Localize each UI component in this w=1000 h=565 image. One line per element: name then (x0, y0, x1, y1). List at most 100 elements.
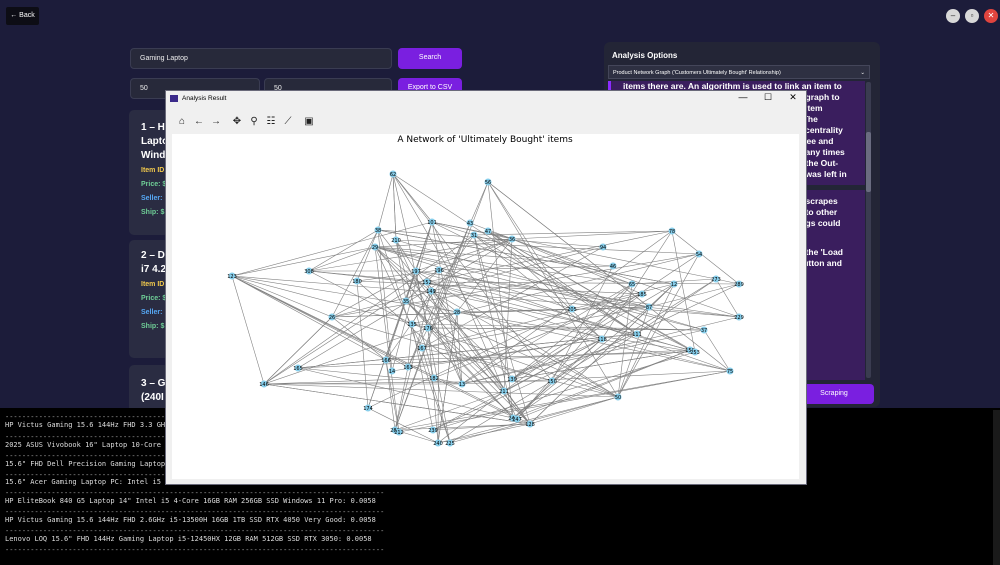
graph-node: 43 (466, 219, 474, 227)
search-input[interactable]: Gaming Laptop (130, 48, 392, 69)
pan-icon[interactable]: ✥ (231, 116, 243, 128)
node-label: 123 (227, 274, 237, 280)
graph-edge (308, 238, 513, 272)
graph-node: 35 (402, 297, 410, 305)
item-id: Item ID (141, 281, 165, 288)
graph-edge (671, 230, 740, 285)
node-label: 43 (467, 221, 473, 227)
graph-edge (374, 246, 400, 433)
node-label: 289 (734, 282, 744, 288)
back-arrow-icon[interactable]: ← (193, 116, 205, 128)
item-shipping: Ship: $ (141, 323, 165, 330)
graph-edge (601, 230, 673, 340)
item-title: i7 4.2 (141, 264, 167, 275)
graph-node: 146 (259, 380, 269, 388)
graph-node: 180 (352, 277, 362, 285)
graph-edge (308, 246, 376, 272)
graph-edge (516, 349, 691, 420)
node-label: 29 (372, 245, 378, 251)
node-label: 150 (547, 379, 557, 385)
node-label: 211 (499, 389, 509, 395)
node-label: 308 (304, 269, 314, 275)
node-label: 13 (459, 382, 465, 388)
node-label: 210 (391, 238, 401, 244)
node-label: 182 (429, 376, 439, 382)
graph-node: 212 (394, 428, 404, 436)
terminal-line: HP Victus Gaming 15.6 144Hz FHD 2.6GHz i… (5, 516, 376, 524)
graph-node: 165 (293, 364, 303, 372)
graph-edge (367, 407, 439, 444)
node-label: 54 (696, 252, 702, 258)
back-button[interactable]: ← Back (6, 7, 39, 25)
terminal-scrollbar[interactable] (993, 410, 1000, 565)
search-button[interactable]: Search (398, 48, 462, 69)
node-label: 47 (485, 229, 491, 235)
node-label: 205 (567, 307, 577, 313)
node-label: 273 (711, 277, 721, 283)
separator: ----------------------------------------… (5, 527, 385, 535)
graph-edge (263, 316, 333, 385)
window-close-button[interactable]: ✕ (786, 92, 800, 103)
terminal-line: 2025 ASUS Vivobook 16" Laptop 10-Core (5, 441, 161, 449)
item-seller: Seller: (141, 195, 163, 202)
graph-node: 101 (427, 218, 437, 226)
node-label: 163 (403, 365, 413, 371)
node-label: 152 (422, 280, 432, 286)
analysis-type-select[interactable]: Product Network Graph ('Customers Ultima… (608, 65, 870, 79)
forward-arrow-icon[interactable]: → (210, 116, 222, 128)
node-label: 239 (428, 428, 438, 434)
graph-edge (529, 396, 619, 425)
node-label: 225 (445, 441, 455, 447)
graph-node: 123 (227, 272, 237, 280)
node-label: 229 (734, 315, 744, 321)
graph-edge (394, 181, 489, 431)
node-label: 166 (381, 358, 391, 364)
window-maximize-button[interactable]: ☐ (761, 92, 775, 103)
graph-edge (297, 367, 518, 420)
maximize-button[interactable]: ▫ (965, 9, 979, 23)
node-label: 196 (434, 268, 444, 274)
node-label: 240 (433, 441, 443, 447)
analysis-result-window[interactable]: Analysis Result — ☐ ✕ ⌂ ← → ✥ ⚲ ☷ ⟋ ▣ A … (165, 90, 807, 485)
graph-canvas[interactable]: A Network of 'Ultimately Bought' items 6… (172, 134, 799, 479)
node-label: 78 (669, 229, 675, 235)
graph-edge (231, 275, 265, 385)
graph-node: 149 (426, 287, 436, 295)
node-label: 174 (363, 406, 373, 412)
graph-node: 37 (700, 326, 708, 334)
home-icon[interactable]: ⌂ (176, 116, 188, 128)
node-label: 65 (629, 282, 635, 288)
graph-node: 65 (628, 280, 636, 288)
item-card[interactable]: 1 – H Lapto Wind Item ID Price: $ Seller… (129, 110, 169, 235)
graph-node: 62 (389, 170, 397, 178)
edit-axes-icon[interactable]: ⟋ (282, 116, 294, 128)
graph-edge (394, 370, 731, 431)
minimize-button[interactable]: – (946, 9, 960, 23)
graph-edge (377, 173, 394, 231)
graph-node: 94 (599, 243, 607, 251)
item-title: 3 – G (141, 378, 166, 389)
graph-node: 176 (423, 324, 433, 332)
graph-node: 128 (525, 420, 535, 428)
terminal-line: HP EliteBook 840 G5 Laptop 14" Intel i5 … (5, 497, 376, 505)
graph-node: 28 (453, 308, 461, 316)
chart-title: A Network of 'Ultimately Bought' items (397, 135, 573, 145)
node-label: 101 (427, 220, 437, 226)
graph-edge (394, 390, 505, 431)
terminal-line: HP Victus Gaming 15.6 144Hz FHD 3.3 GHz (5, 421, 170, 429)
node-label: 75 (727, 369, 733, 375)
graph-node: 111 (632, 330, 642, 338)
close-button[interactable]: ✕ (984, 9, 998, 23)
window-minimize-button[interactable]: — (736, 92, 750, 102)
graph-edge (308, 229, 379, 272)
zoom-icon[interactable]: ⚲ (248, 116, 260, 128)
node-label: 247 (512, 417, 522, 423)
panel-scrollbar[interactable] (866, 82, 871, 378)
save-icon[interactable]: ▣ (303, 116, 315, 128)
graph-node: 13 (458, 380, 466, 388)
item-card[interactable]: 2 – D i7 4.2 Item ID Price: $ Seller: Sh… (129, 240, 169, 358)
graph-edge (473, 230, 673, 236)
graph-node: 47 (484, 227, 492, 235)
configure-icon[interactable]: ☷ (265, 116, 277, 128)
graph-node: 239 (428, 426, 438, 434)
